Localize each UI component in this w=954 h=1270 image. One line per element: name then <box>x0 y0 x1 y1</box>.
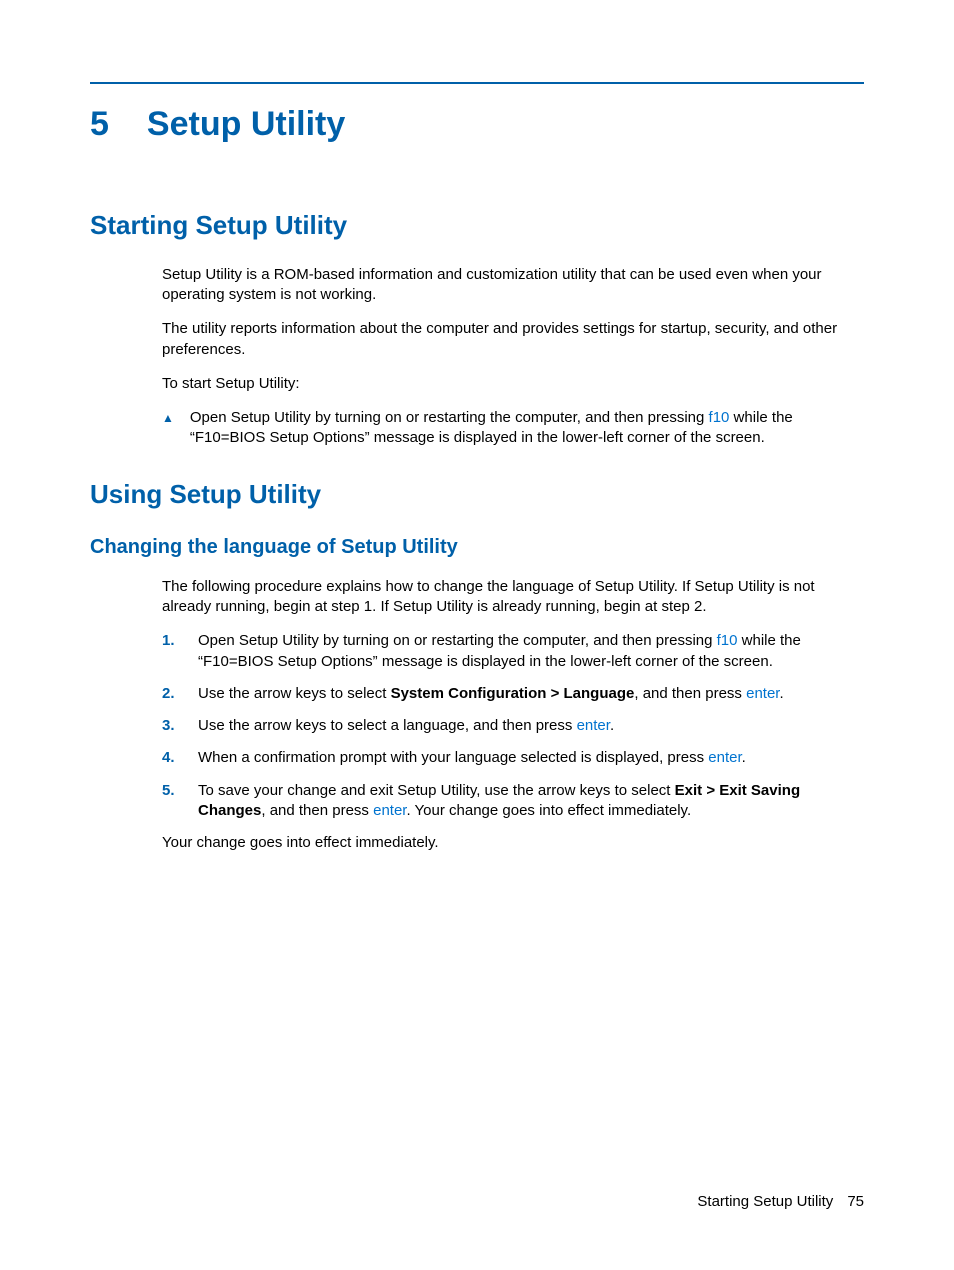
key-f10: f10 <box>709 409 730 426</box>
step-text: Use the arrow keys to select System Conf… <box>198 684 784 704</box>
footer-page-number: 75 <box>847 1193 864 1210</box>
bullet-text: Open Setup Utility by turning on or rest… <box>190 408 864 449</box>
chapter-heading: 5 Setup Utility <box>90 102 864 148</box>
key-enter: enter <box>708 749 741 766</box>
footer-section-title: Starting Setup Utility <box>697 1193 833 1210</box>
page-footer: Starting Setup Utility 75 <box>697 1192 864 1212</box>
closing-body: Your change goes into effect immediately… <box>162 833 864 853</box>
ordered-step-3: 3. Use the arrow keys to select a langua… <box>162 716 864 736</box>
paragraph: The following procedure explains how to … <box>162 577 864 618</box>
ordered-step-5: 5. To save your change and exit Setup Ut… <box>162 781 864 822</box>
paragraph: The utility reports information about th… <box>162 319 864 360</box>
key-enter: enter <box>746 685 779 702</box>
step-text: When a confirmation prompt with your lan… <box>198 748 746 768</box>
step-text: Open Setup Utility by turning on or rest… <box>198 631 864 672</box>
ordered-step-2: 2. Use the arrow keys to select System C… <box>162 684 864 704</box>
step-number: 1. <box>162 631 180 651</box>
key-enter: enter <box>577 717 610 734</box>
key-f10: f10 <box>717 632 738 649</box>
section1-body: Setup Utility is a ROM-based information… <box>162 265 864 394</box>
step-number: 4. <box>162 748 180 768</box>
step-text: To save your change and exit Setup Utili… <box>198 781 864 822</box>
ordered-step-4: 4. When a confirmation prompt with your … <box>162 748 864 768</box>
section-heading-using: Using Setup Utility <box>90 477 864 512</box>
subsection-heading-language: Changing the language of Setup Utility <box>90 534 864 561</box>
top-rule <box>90 82 864 84</box>
page-content: 5 Setup Utility Starting Setup Utility S… <box>0 0 954 853</box>
section-heading-starting: Starting Setup Utility <box>90 208 864 243</box>
menu-path: System Configuration > Language <box>391 685 635 702</box>
paragraph: To start Setup Utility: <box>162 374 864 394</box>
step-text: Use the arrow keys to select a language,… <box>198 716 614 736</box>
section2-body: The following procedure explains how to … <box>162 577 864 618</box>
paragraph: Setup Utility is a ROM-based information… <box>162 265 864 306</box>
step-number: 2. <box>162 684 180 704</box>
step-number: 5. <box>162 781 180 801</box>
paragraph: Your change goes into effect immediately… <box>162 833 864 853</box>
bullet-item: ▲ Open Setup Utility by turning on or re… <box>162 408 864 449</box>
triangle-bullet-icon: ▲ <box>162 408 174 428</box>
step-number: 3. <box>162 716 180 736</box>
chapter-title: Setup Utility <box>147 102 345 148</box>
key-enter: enter <box>373 802 406 819</box>
ordered-step-1: 1. Open Setup Utility by turning on or r… <box>162 631 864 672</box>
chapter-number: 5 <box>90 102 109 148</box>
